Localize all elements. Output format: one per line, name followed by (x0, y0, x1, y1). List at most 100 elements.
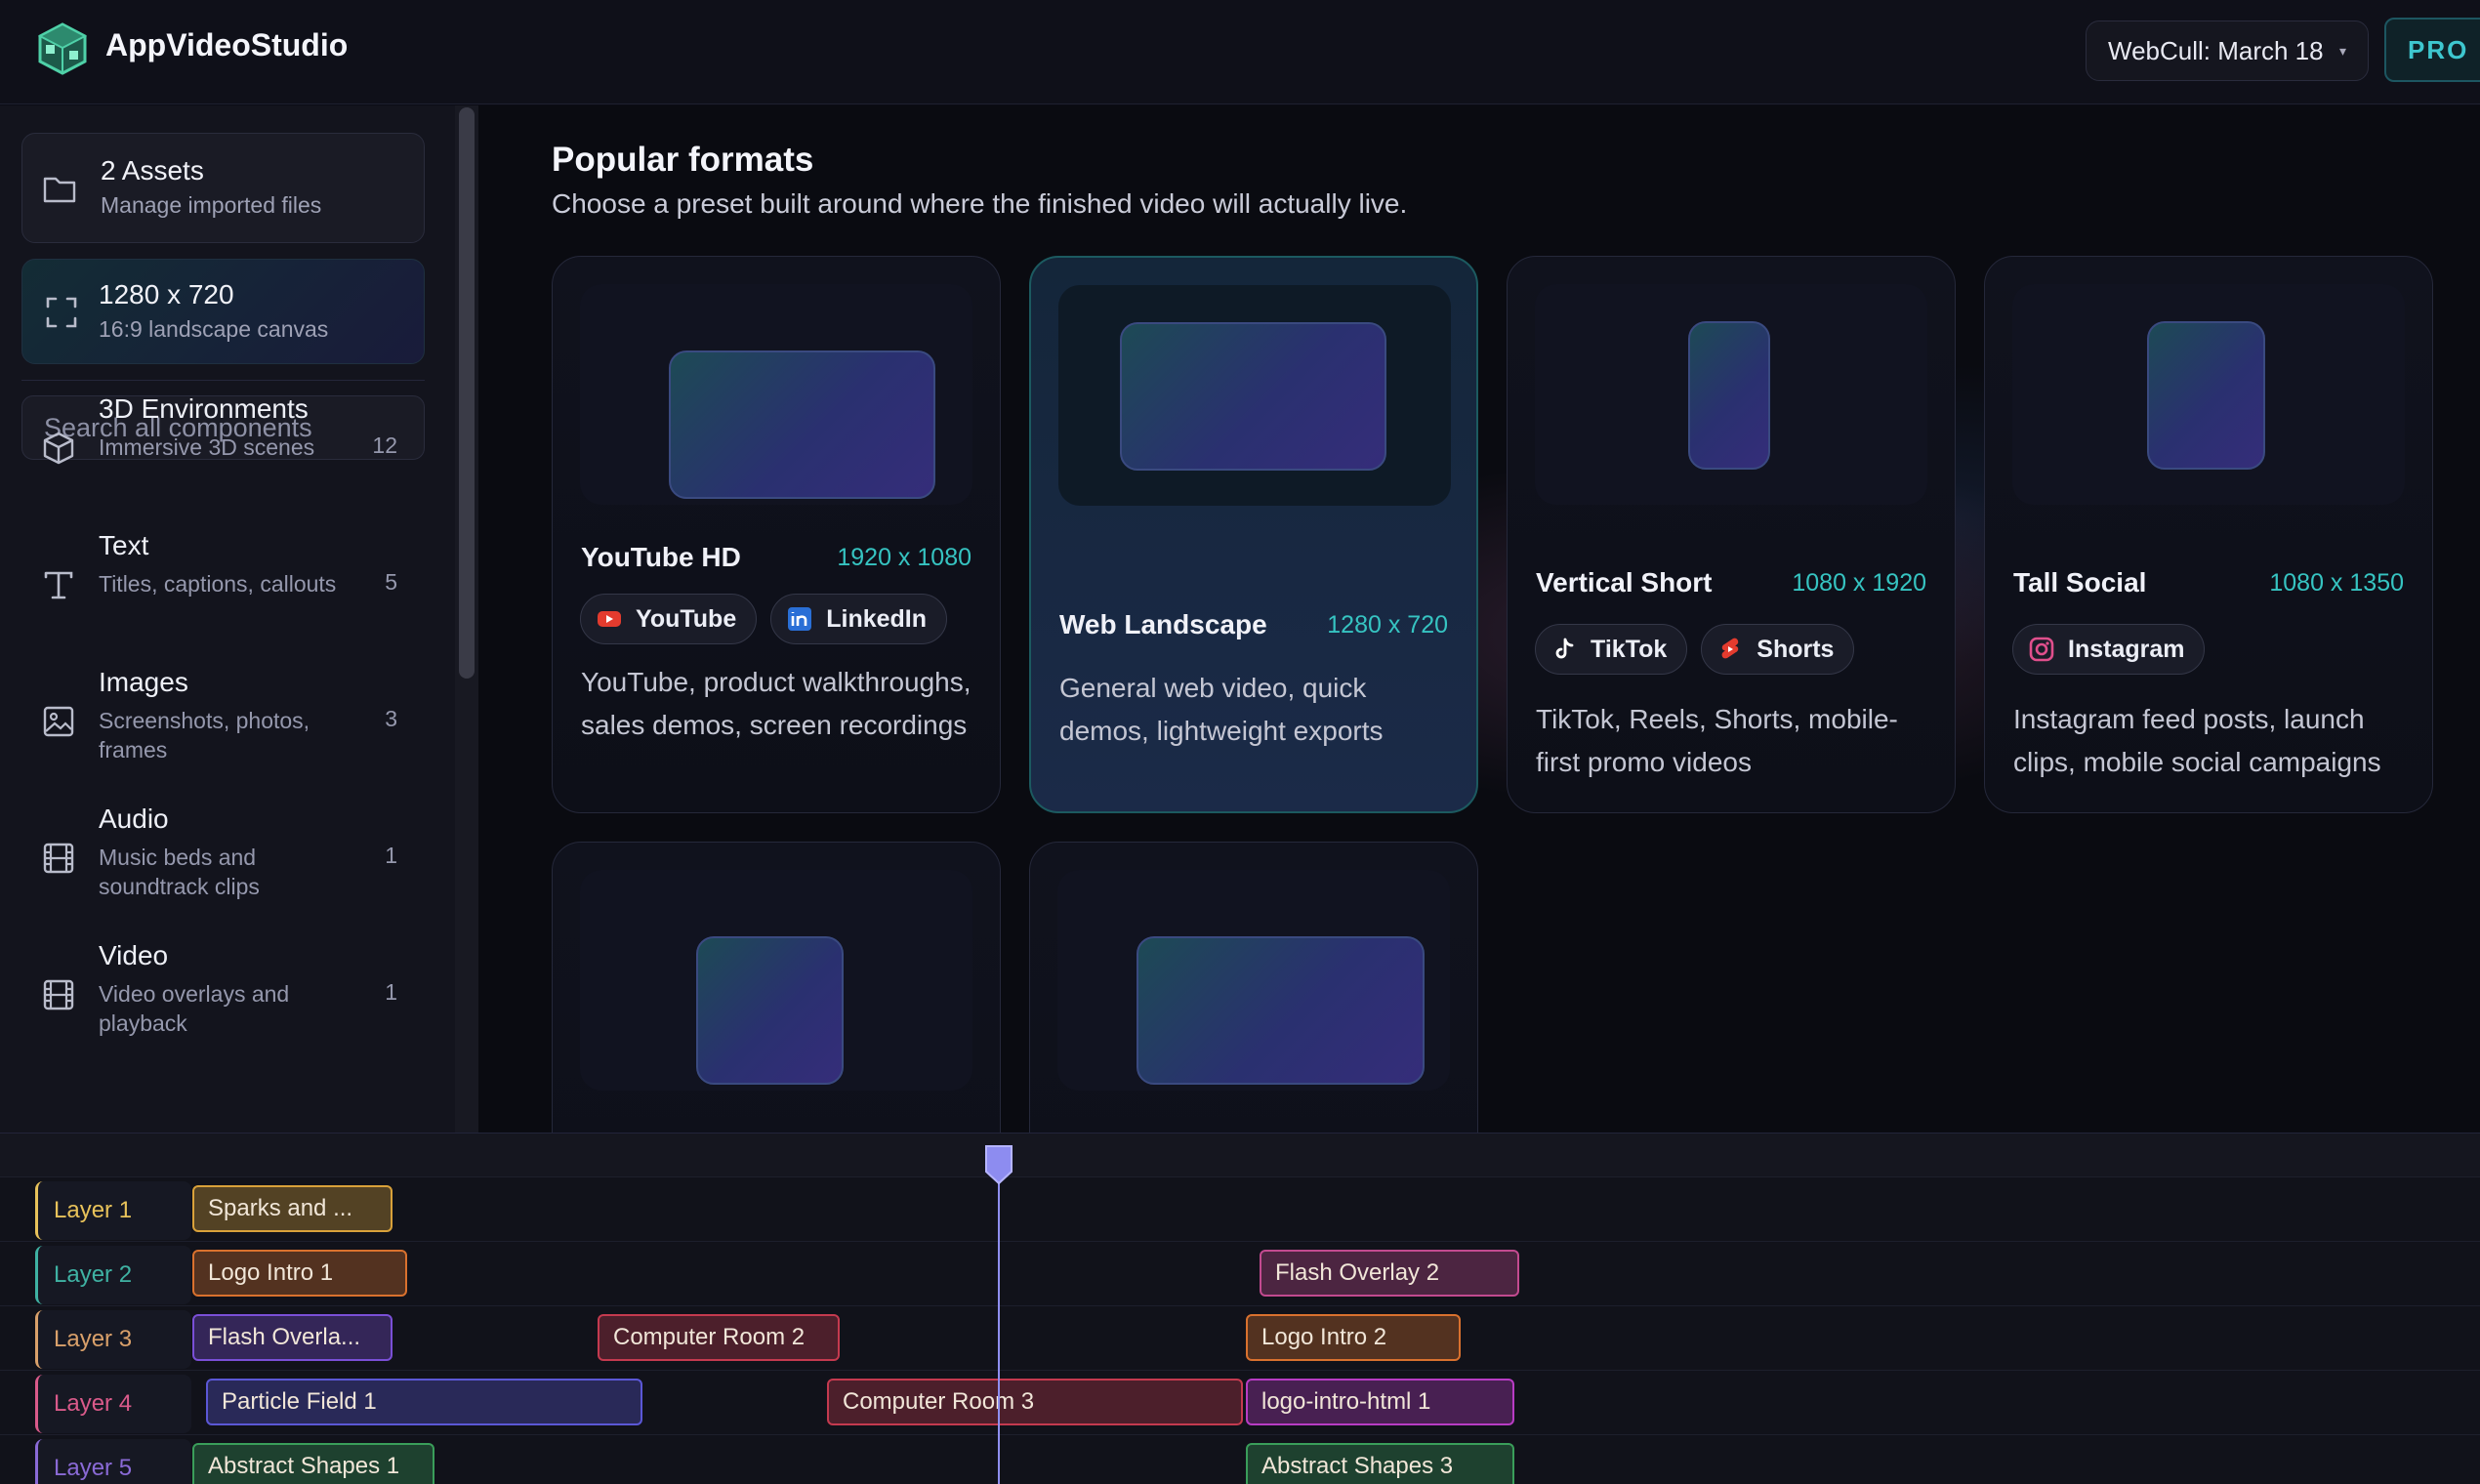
timeline-layer-row: Layer 3 Flash Overla... Computer Room 2 Log… (0, 1305, 2480, 1370)
format-resolution: 1280 x 720 (1327, 611, 1448, 639)
timeline-layer-row: Layer 1 Sparks and ... (0, 1176, 2480, 1241)
pro-badge[interactable]: PRO (2384, 18, 2480, 82)
format-name: Web Landscape (1059, 609, 1267, 639)
category-item[interactable]: Images Screenshots, photos, frames 3 (21, 667, 425, 796)
layer-label[interactable]: Layer 5 (35, 1439, 191, 1484)
timeline-clip[interactable]: Sparks and ... (192, 1185, 393, 1232)
format-name: YouTube HD (581, 542, 741, 572)
aspect-preview-shape (696, 936, 844, 1085)
platform-tag-label: LinkedIn (826, 604, 928, 633)
category-count: 1 (385, 843, 397, 868)
sidebar-scroll-thumb[interactable] (459, 107, 475, 679)
page-title: Popular formats (552, 141, 814, 179)
timeline-clip[interactable]: Logo Intro 2 (1246, 1314, 1461, 1361)
format-resolution: 1080 x 1920 (1792, 569, 1926, 597)
timeline-clip[interactable]: Logo Intro 1 (192, 1250, 407, 1297)
category-item[interactable]: Text Titles, captions, callouts 5 (21, 530, 425, 659)
film-icon (43, 843, 74, 874)
platform-tag[interactable]: Instagram (2012, 624, 2206, 675)
layer-label[interactable]: Layer 1 (35, 1181, 191, 1240)
platform-tag-label: TikTok (1591, 635, 1668, 663)
format-description: TikTok, Reels, Shorts, mobile-first prom… (1536, 704, 1898, 777)
platform-tags: Instagram (2012, 624, 2206, 675)
format-preview (580, 870, 972, 1091)
format-preview (580, 284, 972, 505)
category-count: 12 (372, 433, 397, 458)
category-name: Text (99, 530, 149, 560)
format-name: Tall Social (2013, 567, 2147, 598)
cube-logo-icon[interactable] (35, 21, 90, 76)
category-item[interactable]: Audio Music beds and soundtrack clips 1 (21, 804, 425, 932)
format-preview (1058, 285, 1451, 506)
timeline-clip[interactable]: logo-intro-html 1 (1246, 1379, 1514, 1425)
layer-label[interactable]: Layer 4 (35, 1375, 191, 1433)
timeline-clip[interactable]: Computer Room 3 (827, 1379, 1243, 1425)
playhead-handle[interactable] (984, 1144, 1013, 1185)
assets-card[interactable]: 2 Assets Manage imported files (21, 133, 425, 243)
format-description: YouTube, product walkthroughs, sales dem… (581, 667, 971, 740)
timeline-ruler[interactable] (0, 1134, 2480, 1176)
format-preview (1057, 870, 1450, 1091)
layer-label[interactable]: Layer 2 (35, 1246, 191, 1304)
timeline-clip[interactable]: Abstract Shapes 1 (192, 1443, 434, 1484)
format-preview (2012, 284, 2405, 505)
format-card[interactable]: Vertical Short 1080 x 1920 TikTok Shorts Tik… (1507, 256, 1956, 813)
category-item[interactable]: Video Video overlays and playback 1 (21, 940, 425, 1069)
timeline-clip[interactable]: Flash Overlay 2 (1260, 1250, 1519, 1297)
timeline-layer-row: Layer 4 Particle Field 1 Computer Room 3 lo… (0, 1370, 2480, 1434)
format-card[interactable] (552, 842, 1001, 1133)
format-card[interactable]: Tall Social 1080 x 1350 Instagram Instagram… (1984, 256, 2433, 813)
category-item[interactable]: 3D Environments Immersive 3D scenes 12 (21, 393, 425, 522)
format-card[interactable]: Web Landscape 1280 x 720 General web video… (1029, 256, 1478, 813)
platform-tag[interactable]: Shorts (1701, 624, 1855, 675)
playhead-line (998, 1152, 1000, 1484)
platform-tag[interactable]: LinkedIn (770, 594, 948, 644)
folder-icon (43, 177, 76, 203)
format-name: Vertical Short (1536, 567, 1713, 598)
category-name: 3D Environments (99, 393, 309, 424)
timeline-clip[interactable]: Abstract Shapes 3 (1246, 1443, 1514, 1484)
platform-tag[interactable]: YouTube (580, 594, 758, 644)
cube-icon (43, 432, 74, 465)
canvas-description: 16:9 landscape canvas (99, 316, 329, 342)
format-preview (1535, 284, 1927, 505)
app-title: AppVideoStudio (105, 27, 349, 62)
category-name: Audio (99, 804, 169, 834)
timeline-layer-row: Layer 2 Logo Intro 1 Flash Overlay 2 (0, 1241, 2480, 1305)
format-card[interactable]: YouTube HD 1920 x 1080 YouTube LinkedIn YouT… (552, 256, 1001, 813)
app-window: AppVideoStudio WebCull: March 18 ▾ PRO 2… (0, 0, 2480, 1484)
top-bar: AppVideoStudio WebCull: March 18 ▾ PRO (0, 0, 2480, 104)
canvas-size: 1280 x 720 (99, 279, 234, 309)
sidebar: 2 Assets Manage imported files 1280 x 72… (0, 105, 478, 1133)
layer-label[interactable]: Layer 3 (35, 1310, 191, 1369)
aspect-preview-shape (1688, 321, 1770, 470)
project-selector[interactable]: WebCull: March 18 ▾ (2086, 21, 2369, 81)
aspect-preview-shape (2147, 321, 2265, 470)
timeline: Layer 1 Sparks and ... Layer 2 Logo Intro 1… (0, 1133, 2480, 1484)
chevron-down-icon: ▾ (2338, 43, 2346, 59)
image-icon (43, 706, 74, 737)
category-count: 1 (385, 979, 397, 1005)
timeline-clip[interactable]: Computer Room 2 (598, 1314, 840, 1361)
platform-tags: YouTube LinkedIn (580, 594, 948, 644)
timeline-clip[interactable]: Flash Overla... (192, 1314, 393, 1361)
canvas-size-card[interactable]: 1280 x 720 16:9 landscape canvas (21, 259, 425, 364)
category-count: 3 (385, 706, 397, 731)
format-description: General web video, quick demos, lightwei… (1059, 673, 1384, 746)
timeline-clip[interactable]: Particle Field 1 (206, 1379, 642, 1425)
assets-title: 2 Assets (101, 155, 204, 186)
platform-tags: TikTok Shorts (1535, 624, 1855, 675)
aspect-preview-shape (669, 350, 935, 499)
category-count: 5 (385, 569, 397, 595)
sidebar-divider (21, 380, 425, 381)
category-description: Screenshots, photos, frames (99, 708, 310, 763)
platform-tag-label: Shorts (1757, 635, 1835, 663)
format-resolution: 1080 x 1350 (2269, 569, 2404, 597)
format-card[interactable] (1029, 842, 1478, 1133)
aspect-preview-shape (1120, 322, 1386, 471)
platform-tag[interactable]: TikTok (1535, 624, 1688, 675)
expand-icon (46, 297, 77, 328)
category-description: Immersive 3D scenes (99, 434, 315, 460)
platform-tag-label: YouTube (636, 604, 737, 633)
page-subtitle: Choose a preset built around where the f… (552, 188, 1408, 219)
